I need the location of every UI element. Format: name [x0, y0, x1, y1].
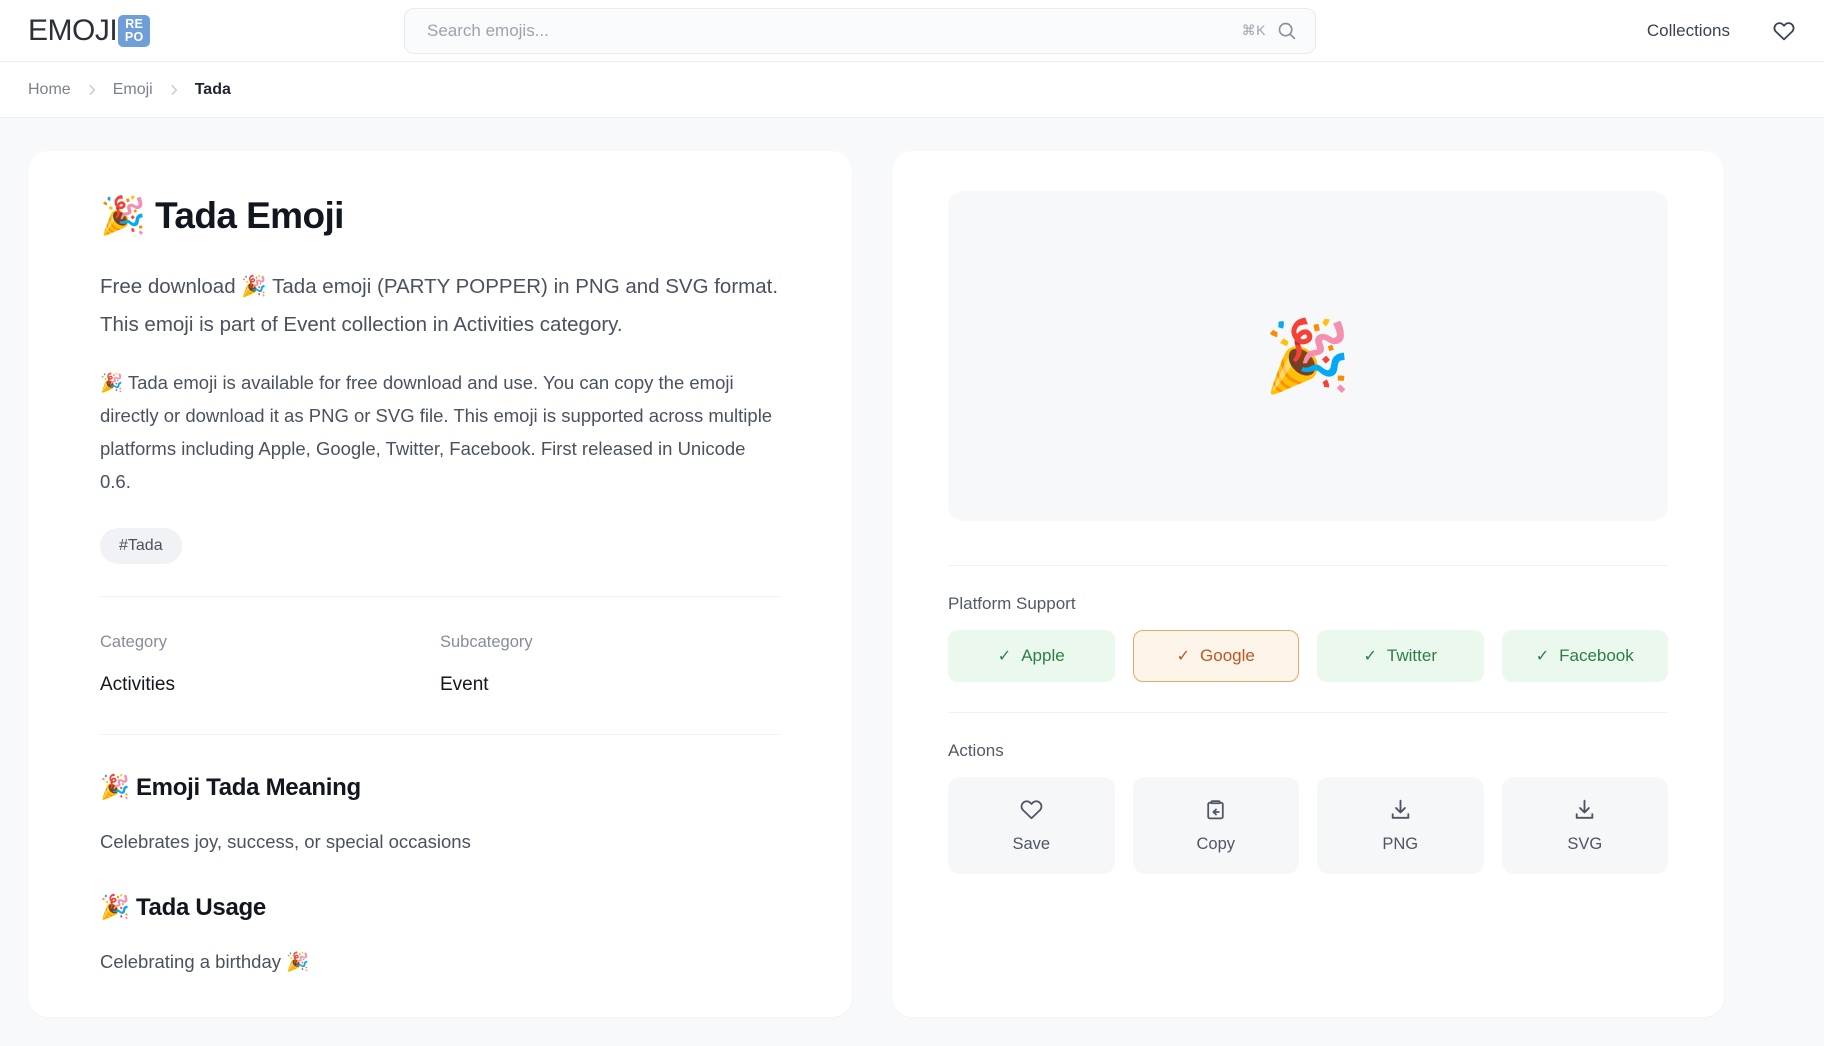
chevron-right-icon [89, 84, 95, 95]
section-emoji-glyph: 🎉 [100, 893, 130, 921]
platform-chip-apple[interactable]: ✓ Apple [948, 630, 1115, 682]
save-button-label: Save [1012, 835, 1051, 853]
divider [948, 565, 1668, 566]
search-box[interactable]: ⌘K [404, 7, 1316, 54]
breadcrumb-item-current: Tada [194, 80, 231, 98]
platform-chip-label: Apple [1021, 646, 1065, 665]
search-container: ⌘K [404, 7, 1316, 54]
section-usage-text: Celebrating a birthday 🎉 [100, 950, 310, 972]
site-logo[interactable]: EMOJI RE PO [28, 13, 151, 48]
platform-chip-twitter[interactable]: ✓ Twitter [1317, 630, 1484, 682]
section-meaning-title: 🎉 Emoji Tada Meaning [100, 773, 780, 802]
heart-icon[interactable] [1772, 19, 1796, 43]
check-icon: ✓ [1176, 648, 1191, 665]
section-meaning: 🎉 Emoji Tada Meaning Celebrates joy, suc… [100, 735, 780, 857]
nav-collections-link[interactable]: Collections [1647, 21, 1730, 41]
copy-button-label: Copy [1196, 835, 1236, 853]
metadata-category-label: Category [100, 632, 167, 651]
page-title-text: Tada Emoji [155, 195, 344, 236]
search-shortcut-badge: ⌘K [1241, 22, 1266, 38]
section-meaning-title-text: Emoji Tada Meaning [135, 773, 361, 801]
metadata-subcategory-value: Event [440, 673, 489, 695]
section-meaning-text: Celebrates joy, success, or special occa… [100, 830, 471, 852]
site-header: EMOJI RE PO ⌘K Collections [0, 0, 1824, 62]
search-input[interactable] [427, 20, 1232, 41]
main-content: 🎉 Tada Emoji Free download 🎉 Tada emoji … [0, 118, 1824, 1017]
download-icon [1576, 799, 1594, 819]
check-icon: ✓ [1535, 648, 1550, 665]
logo-wordmark: EMOJI [28, 13, 118, 47]
divider [948, 712, 1668, 713]
emoji-metadata: Category Activities Subcategory Event [100, 597, 780, 734]
platform-chip-label: Twitter [1386, 646, 1437, 665]
platform-chip-facebook[interactable]: ✓ Facebook [1501, 630, 1668, 682]
copy-button[interactable]: Copy [1132, 777, 1299, 874]
breadcrumb-item-emoji[interactable]: Emoji [113, 81, 153, 99]
metadata-category-value: Activities [100, 673, 175, 695]
breadcrumb: Home Emoji Tada [0, 62, 1824, 118]
section-usage: 🎉 Tada Usage Celebrating a birthday 🎉 [100, 857, 780, 977]
chevron-right-icon [171, 84, 177, 95]
logo-badge-line-1: RE [125, 16, 144, 31]
metadata-subcategory-label: Subcategory [440, 632, 533, 651]
platform-support-label: Platform Support [948, 594, 1076, 613]
check-icon: ✓ [1363, 648, 1377, 665]
emoji-info-card: 🎉 Tada Emoji Free download 🎉 Tada emoji … [28, 151, 852, 1017]
download-svg-label: SVG [1567, 835, 1603, 853]
emoji-lede-paragraph: Free download 🎉 Tada emoji (PARTY POPPER… [100, 274, 779, 336]
logo-badge-line-2: PO [124, 29, 144, 44]
tag-chip[interactable]: #Tada [100, 527, 182, 564]
emoji-preview-panel: 🎉 [948, 191, 1668, 521]
tag-list: #Tada [100, 527, 780, 564]
platform-chip-label: Facebook [1559, 646, 1634, 665]
save-button[interactable]: Save [948, 777, 1115, 874]
section-usage-title: 🎉 Tada Usage [100, 893, 780, 922]
platform-support-list: ✓ Apple ✓ Google ✓ Twitter ✓ Facebook [948, 630, 1668, 682]
section-usage-title-text: Tada Usage [135, 893, 266, 921]
logo-badge: RE PO [118, 14, 151, 47]
title-emoji-glyph: 🎉 [100, 195, 146, 236]
actions-list: Save Copy PNG SVG [948, 777, 1668, 874]
clipboard-copy-icon [1207, 800, 1224, 820]
metadata-category: Category Activities [100, 633, 440, 696]
header-nav: Collections [1647, 19, 1796, 43]
platform-chip-google[interactable]: ✓ Google [1132, 630, 1299, 682]
section-emoji-glyph: 🎉 [100, 773, 130, 801]
emoji-preview-card: 🎉 Platform Support ✓ Apple ✓ Google ✓ Tw… [892, 151, 1724, 1017]
preview-emoji-glyph: 🎉 [1264, 317, 1352, 395]
page-title: 🎉 Tada Emoji [100, 195, 780, 238]
platform-chip-label: Google [1200, 646, 1255, 665]
actions-label: Actions [948, 741, 1004, 760]
download-svg-button[interactable]: SVG [1501, 777, 1668, 874]
download-icon [1391, 799, 1409, 819]
emoji-description-paragraph: 🎉 Tada emoji is available for free downl… [100, 371, 773, 492]
heart-icon [1020, 800, 1043, 820]
download-png-label: PNG [1382, 835, 1419, 853]
metadata-subcategory: Subcategory Event [440, 633, 780, 696]
download-png-button[interactable]: PNG [1317, 777, 1484, 874]
check-icon: ✓ [997, 648, 1012, 665]
breadcrumb-item-home[interactable]: Home [28, 81, 71, 99]
search-icon[interactable] [1276, 20, 1297, 41]
